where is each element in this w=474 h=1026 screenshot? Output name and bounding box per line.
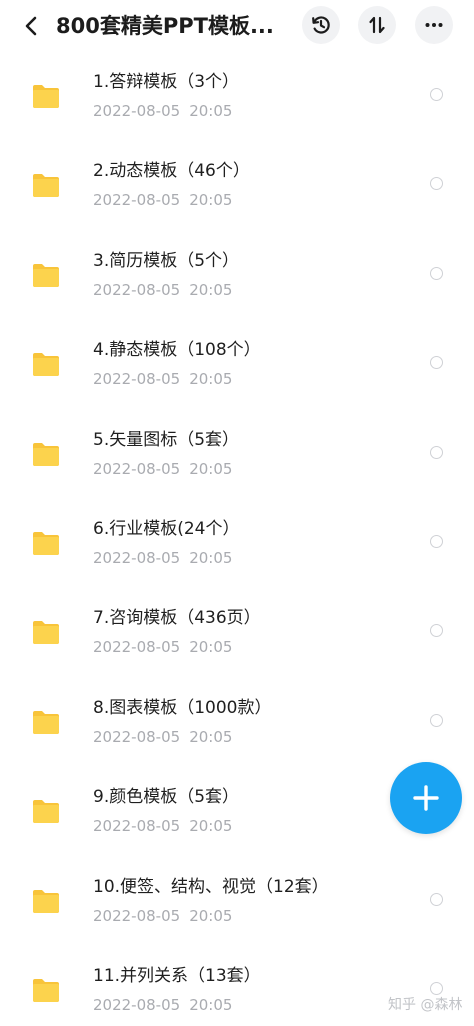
file-name: 11.并列关系（13套） [93,966,261,986]
select-radio[interactable] [430,713,443,727]
file-name: 1.答辩模板（3个） [93,72,240,92]
file-row[interactable]: 7.咨询模板（436页） 2022-08-05 20:05 [0,588,474,677]
folder-icon [33,800,59,824]
folder-icon [33,621,59,645]
file-time: 20:05 [189,459,233,478]
file-row[interactable]: 10.便签、结构、视觉（12套） 2022-08-05 20:05 [0,857,474,946]
history-button[interactable] [302,6,340,44]
file-row[interactable]: 11.并列关系（13套） 2022-08-05 20:05 [0,946,474,1026]
file-modified: 2022-08-05 20:05 [93,280,232,300]
file-name: 8.图表模板（1000款） [93,697,272,718]
top-bar: 800套精美PPT模板... [0,0,474,52]
file-time: 20:05 [189,906,233,925]
folder-icon [33,979,59,1002]
file-modified: 2022-08-05 20:05 [93,637,232,657]
file-name: 4.静态模板（108个） [93,340,261,361]
file-date: 2022-08-05 [93,727,181,746]
add-button[interactable] [390,762,462,834]
select-radio[interactable] [430,445,443,459]
file-name: 2.动态模板（46个） [93,161,250,182]
file-row[interactable]: 2.动态模板（46个） 2022-08-05 20:05 [0,141,474,230]
file-date: 2022-08-05 [93,996,181,1014]
file-row[interactable]: 8.图表模板（1000款） 2022-08-05 20:05 [0,678,474,767]
file-modified: 2022-08-05 20:05 [93,101,232,121]
file-time: 20:05 [189,727,233,746]
file-name: 7.咨询模板（436页） [93,608,261,629]
sort-arrows-icon [369,16,385,34]
file-modified: 2022-08-05 20:05 [93,548,232,568]
file-modified: 2022-08-05 20:05 [93,459,232,479]
select-radio[interactable] [430,892,443,906]
file-row[interactable]: 3.简历模板（5个） 2022-08-05 20:05 [0,231,474,320]
sort-button[interactable] [358,6,396,44]
file-modified: 2022-08-05 20:05 [93,190,232,210]
file-time: 20:05 [189,638,233,657]
file-date: 2022-08-05 [93,102,181,120]
select-radio[interactable] [430,624,443,638]
file-time: 20:05 [189,191,233,210]
file-name: 5.矢量图标（5套） [93,429,240,450]
file-date: 2022-08-05 [93,549,181,567]
select-radio[interactable] [430,177,443,191]
file-date: 2022-08-05 [93,370,181,389]
file-row[interactable]: 4.静态模板（108个） 2022-08-05 20:05 [0,320,474,409]
file-date: 2022-08-05 [93,459,181,478]
file-time: 20:05 [189,996,233,1014]
file-name: 9.颜色模板（5套） [93,787,240,808]
folder-icon [33,174,59,198]
back-arrow-icon [25,16,37,36]
file-row[interactable]: 1.答辩模板（3个） 2022-08-05 20:05 [0,52,474,141]
file-date: 2022-08-05 [93,191,181,210]
file-modified: 2022-08-05 20:05 [93,906,232,926]
file-name: 3.简历模板（5个） [93,250,240,271]
folder-title: 800套精美PPT模板... [56,14,274,38]
select-radio[interactable] [430,356,443,370]
file-modified: 2022-08-05 20:05 [93,995,232,1015]
more-dots-icon [425,23,443,27]
folder-icon [33,85,59,108]
history-clock-icon [312,16,330,34]
file-date: 2022-08-05 [93,906,181,925]
file-date: 2022-08-05 [93,638,181,657]
file-modified: 2022-08-05 20:05 [93,369,232,389]
file-date: 2022-08-05 [93,280,181,299]
file-row[interactable]: 5.矢量图标（5套） 2022-08-05 20:05 [0,410,474,499]
select-radio[interactable] [430,535,443,548]
file-browser-screen: 800套精美PPT模板... 1.答辩模板（3个） 2022-08-05 20:05… [0,0,474,1026]
more-button[interactable] [415,6,453,44]
file-modified: 2022-08-05 20:05 [93,727,232,747]
folder-icon [33,710,59,734]
file-modified: 2022-08-05 20:05 [93,816,232,836]
file-time: 20:05 [189,102,233,120]
file-time: 20:05 [189,280,233,299]
file-name: 6.行业模板(24个） [93,519,240,539]
select-radio[interactable] [430,88,443,101]
file-row[interactable]: 6.行业模板(24个） 2022-08-05 20:05 [0,499,474,588]
plus-icon [413,785,439,811]
folder-icon [33,263,59,287]
file-name: 10.便签、结构、视觉（12套） [93,876,329,897]
folder-icon [33,889,59,913]
folder-icon [33,353,59,377]
file-time: 20:05 [189,549,233,567]
select-radio[interactable] [430,266,443,280]
file-time: 20:05 [189,817,233,836]
back-button[interactable] [14,8,50,44]
watermark: 知乎 @森林 [388,997,463,1013]
file-time: 20:05 [189,370,233,389]
file-date: 2022-08-05 [93,817,181,836]
folder-icon [33,532,59,555]
folder-icon [33,442,59,466]
